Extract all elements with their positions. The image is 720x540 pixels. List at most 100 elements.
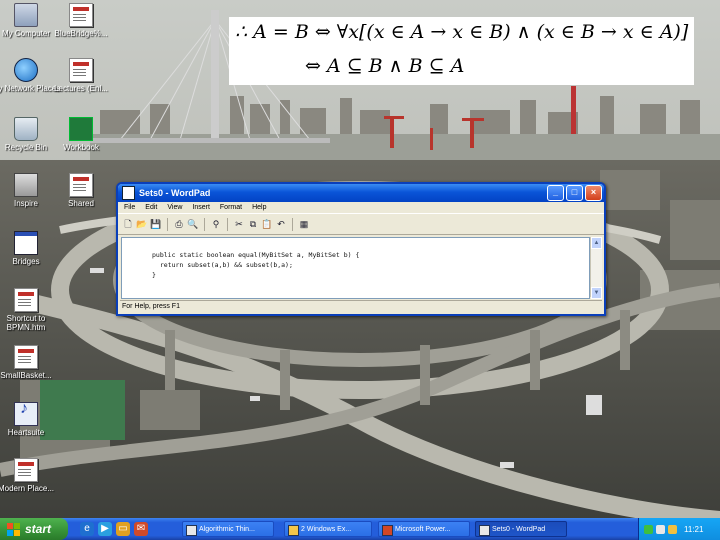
desktop-icon-label: Inspire [13,199,38,208]
network-places-icon [14,58,38,82]
undo-icon[interactable]: ↶ [275,218,287,230]
desktop-icon-label: My Computer [1,29,50,38]
desktop-icon-label: Workbook [63,143,99,152]
code-block[interactable]: public static boolean equal(MyBitSet a, … [152,250,359,280]
desktop-icon-label: BlueBridge%... [54,29,108,38]
minimize-button[interactable]: _ [547,185,564,201]
document-icon [14,288,38,312]
scroll-track[interactable] [591,249,602,287]
desktop-icon-bridges[interactable]: Bridges [0,231,61,266]
taskbar-item-label: Algorithmic Thin... [199,526,255,533]
my-computer-icon [14,3,38,27]
formula-line-2: ⇔ A ⊆ B ∧ B ⊆ A [305,55,465,77]
toolbar-separator [292,217,293,231]
print-preview-icon[interactable]: 🔍 [187,218,199,230]
windows-logo-icon [7,522,20,536]
volume-tray-icon[interactable] [656,524,665,534]
taskbar-item-windows-explorer[interactable]: 2 Windows Ex... [284,521,372,537]
desktop-icon-label: Shared [68,199,94,208]
menu-bar: File Edit View Insert Format Help [118,202,604,213]
wordpad-window[interactable]: Sets0 - WordPad _ □ × File Edit View Ins… [116,182,606,316]
code-line: public static boolean equal(MyBitSet a, … [152,251,360,259]
document-icon [69,58,93,82]
close-button[interactable]: × [585,185,602,201]
taskbar-item-label: Microsoft Power... [395,526,451,533]
formula-overlay: ∴ A = B ⇔ ∀x[(x ∈ A → x ∈ B) ∧ (x ∈ B → … [229,17,694,85]
document-icon [14,345,38,369]
open-icon[interactable]: 📂 [136,218,148,230]
desktop-icon-lectures[interactable]: Lectures (Enl... [46,58,116,93]
menu-view[interactable]: View [167,202,182,213]
taskbar-item-algorithmic[interactable]: Algorithmic Thin... [182,521,274,537]
code-line: } [152,271,156,279]
excel-icon [69,117,93,141]
shortcut-icon [14,173,38,197]
clock[interactable]: 11:21 [684,525,703,534]
desktop-icon-workbook[interactable]: Workbook [46,117,116,152]
powerpoint-icon [382,525,393,536]
desktop-icon-smallbasket[interactable]: SmallBasket... [0,345,61,380]
print-icon[interactable]: ⎙ [173,218,185,230]
copy-icon[interactable]: ⧉ [247,218,259,230]
powerpoint-icon [186,525,197,536]
toolbar: 🗋 📂 💾 ⎙ 🔍 ⚲ ✂ ⧉ 📋 ↶ ▦ [118,213,604,235]
folder-icon[interactable]: ▭ [116,522,130,536]
taskbar-item-label: 2 Windows Ex... [301,526,352,533]
menu-format[interactable]: Format [220,202,242,213]
outlook-icon[interactable]: ✉ [134,522,148,536]
music-icon [14,402,38,426]
vertical-scrollbar[interactable]: ▲ ▼ [590,237,602,299]
wordpad-app-icon [479,525,490,536]
desktop-icon-label: Shortcut to BPMN.htm [6,314,46,332]
scroll-up-icon[interactable]: ▲ [591,237,602,249]
media-player-icon[interactable]: ▶ [98,522,112,536]
document-area[interactable]: public static boolean equal(MyBitSet a, … [121,237,590,299]
window-icon [14,231,38,255]
taskbar-item-wordpad[interactable]: Sets0 - WordPad [475,521,567,537]
date-time-icon[interactable]: ▦ [298,218,310,230]
desktop-icon-label: SmallBasket... [0,371,52,380]
window-title-bar[interactable]: Sets0 - WordPad _ □ × [118,184,604,202]
menu-insert[interactable]: Insert [192,202,210,213]
internet-explorer-icon[interactable]: e [80,522,94,536]
taskbar-item-powerpoint[interactable]: Microsoft Power... [378,521,470,537]
wordpad-app-icon[interactable] [122,186,135,200]
menu-help[interactable]: Help [252,202,266,213]
status-bar: For Help, press F1 [120,300,602,312]
desktop-icon-label: Bridges [12,257,40,266]
desktop-icon-modern-place[interactable]: Modern Place... [0,458,61,493]
recycle-bin-icon [14,117,38,141]
formula-line-1: ∴ A = B ⇔ ∀x[(x ∈ A → x ∈ B) ∧ (x ∈ B → … [235,21,689,43]
desktop-icon-bluebridge[interactable]: BlueBridge%... [46,3,116,38]
desktop-icon-bpmn[interactable]: Shortcut to BPMN.htm [0,288,61,332]
toolbar-separator [167,217,168,231]
folder-icon [288,525,299,536]
menu-file[interactable]: File [124,202,135,213]
desktop-icon-label: Recycle Bin [4,143,48,152]
desktop-icon-heartsuite[interactable]: Heartsuite [0,402,61,437]
menu-edit[interactable]: Edit [145,202,157,213]
scroll-down-icon[interactable]: ▼ [591,287,602,299]
maximize-button[interactable]: □ [566,185,583,201]
find-icon[interactable]: ⚲ [210,218,222,230]
desktop-icon-label: Lectures (Enl... [54,84,108,93]
desktop-icon-label: Modern Place... [0,484,55,493]
new-icon[interactable]: 🗋 [122,218,134,230]
desktop-icon-shared[interactable]: Shared [46,173,116,208]
security-tray-icon[interactable] [668,524,677,534]
desktop-icon-label: Heartsuite [7,428,45,437]
network-tray-icon[interactable] [644,524,653,534]
taskbar-item-label: Sets0 - WordPad [492,526,546,533]
document-icon [69,173,93,197]
cut-icon[interactable]: ✂ [233,218,245,230]
save-icon[interactable]: 💾 [150,218,162,230]
paste-icon[interactable]: 📋 [261,218,273,230]
start-button[interactable]: start [0,518,68,540]
window-title: Sets0 - WordPad [139,188,211,198]
taskbar: start e ▶ ▭ ✉ Algorithmic Thin... 2 Wind… [0,518,720,540]
system-tray: 11:21 [638,518,720,540]
toolbar-separator [204,217,205,231]
document-icon [69,3,93,27]
code-line: return subset(a,b) && subset(b,a); [152,261,293,269]
quick-launch: e ▶ ▭ ✉ [80,522,148,536]
